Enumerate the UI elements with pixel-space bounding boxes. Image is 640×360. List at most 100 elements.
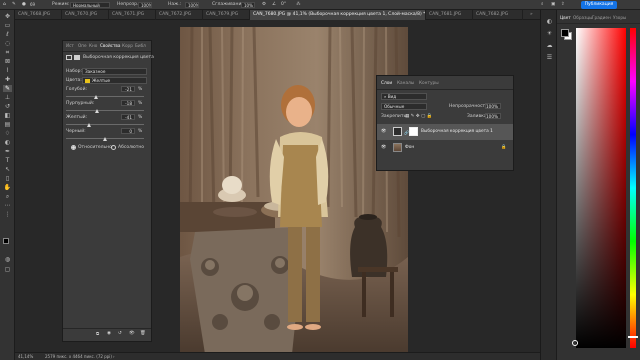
hand-tool-icon[interactable]: ✋ <box>3 184 12 191</box>
crop-tool-icon[interactable]: ⌗ <box>3 49 12 56</box>
layer-row[interactable]: 👁 🔗 Выборочная коррекция цвета 1 <box>377 124 513 140</box>
colors-select[interactable]: Желтые <box>82 77 147 84</box>
blur-tool-icon[interactable]: ♢ <box>3 130 12 137</box>
pressure-field[interactable]: 100% <box>185 2 199 8</box>
brush-tool-icon[interactable]: ✎ <box>3 85 12 92</box>
publish-button[interactable]: Публикация <box>581 1 617 9</box>
yellow-value[interactable]: -41 <box>121 114 135 120</box>
tab-actions[interactable]: Опе <box>78 43 87 48</box>
screen-mode-icon[interactable]: ▢ <box>3 266 12 273</box>
tab-document-active[interactable]: CAN_7680.JPG @ 41,1% (Выборочная коррекц… <box>250 10 426 20</box>
more-tools-icon[interactable]: ⋯ <box>3 202 12 209</box>
mask-icon[interactable] <box>74 55 80 60</box>
healing-brush-tool-icon[interactable]: ✚ <box>3 76 12 83</box>
tab-paths[interactable]: Контуры <box>419 81 439 86</box>
quick-select-tool-icon[interactable]: ◌ <box>3 40 12 47</box>
angle-icon[interactable]: ∠ <box>272 1 276 9</box>
tab-layers[interactable]: Слои <box>381 81 392 86</box>
mode-select[interactable]: Нормальный <box>70 2 110 8</box>
tab-document[interactable]: CAN_7670.JPG <box>62 10 109 20</box>
color-field[interactable] <box>576 28 626 348</box>
layer-name[interactable]: Фон <box>405 145 414 150</box>
relative-radio[interactable] <box>71 145 76 150</box>
foreground-color-swatch[interactable] <box>3 238 9 244</box>
edit-toolbar-icon[interactable]: ⋮ <box>3 211 12 218</box>
hue-slider-thumb[interactable] <box>628 336 638 339</box>
adjustments-panel-icon[interactable]: ☀ <box>545 30 554 37</box>
properties-panel-icon[interactable]: ☰ <box>545 54 554 61</box>
tab-brushes[interactable]: Кно <box>89 43 97 48</box>
chevron-right-icon[interactable]: › <box>113 354 115 359</box>
brush-size-value[interactable]: 69 <box>30 1 35 9</box>
black-value[interactable]: 0 <box>121 128 135 134</box>
path-select-tool-icon[interactable]: ↖ <box>3 166 12 173</box>
artboard-tool-icon[interactable]: ▭ <box>3 22 12 29</box>
brush-preset-icon[interactable]: ● <box>22 1 26 9</box>
tab-channels[interactable]: Каналы <box>397 81 414 86</box>
quick-mask-icon[interactable]: ◍ <box>3 256 12 263</box>
pen-tool-icon[interactable]: ✒ <box>3 148 12 155</box>
type-tool-icon[interactable]: T <box>3 157 12 164</box>
tab-document[interactable]: CAN_7668.JPG <box>15 10 62 20</box>
workspace-icon[interactable]: ▣ <box>551 1 555 9</box>
foreground-swatch[interactable] <box>561 29 569 37</box>
tab-history[interactable]: Ист <box>66 43 74 48</box>
yellow-slider-thumb[interactable] <box>86 123 91 127</box>
zoom-level[interactable]: 41,14% <box>18 354 33 359</box>
cyan-slider-track[interactable] <box>66 96 144 97</box>
layer-mask-thumbnail[interactable] <box>409 127 418 136</box>
document-info[interactable]: 2579 пикс. x 4464 пикс. (72 ppi) <box>45 354 112 359</box>
zoom-tool-icon[interactable]: ⌕ <box>3 193 12 200</box>
magenta-slider-track[interactable] <box>66 110 144 111</box>
tab-libraries[interactable]: Библ <box>135 43 146 48</box>
tab-document[interactable]: CAN_7671.JPG <box>109 10 156 20</box>
symmetry-icon[interactable]: ⁂ <box>296 1 301 9</box>
fill-field[interactable]: 100% <box>485 113 501 119</box>
search-icon[interactable]: ⌕ <box>541 1 544 9</box>
blend-mode-select[interactable]: Обычные <box>381 103 427 110</box>
home-icon[interactable]: ⌂ <box>3 1 6 9</box>
frame-tool-icon[interactable]: ⊠ <box>3 58 12 65</box>
view-previous-icon[interactable]: ◉ <box>107 331 111 336</box>
lasso-tool-icon[interactable]: ℓ <box>3 31 12 38</box>
opacity-field[interactable]: 100% <box>138 2 152 8</box>
brush-tool-icon[interactable]: ✎ <box>12 1 16 9</box>
tab-color[interactable]: Цвет <box>560 15 571 20</box>
cyan-slider-thumb[interactable] <box>94 95 99 99</box>
lock-icons[interactable]: ▦ ✎ ✥ ▢ 🔒 <box>405 114 432 119</box>
yellow-slider-track[interactable] <box>66 124 144 125</box>
tab-document[interactable]: CAN_7672.JPG <box>156 10 203 20</box>
clone-stamp-tool-icon[interactable]: ⊥ <box>3 94 12 101</box>
eye-icon[interactable]: 👁 <box>381 129 386 134</box>
layer-row[interactable]: 👁 Фон 🔒 <box>377 140 513 156</box>
color-picker-ring[interactable] <box>572 340 578 346</box>
tab-gradients[interactable]: Градиен <box>592 15 611 20</box>
clip-to-layer-icon[interactable]: ⧉ <box>96 331 99 337</box>
layer-filter-select[interactable]: ⌕ Вид <box>381 93 427 100</box>
tab-properties[interactable]: Свойства <box>100 43 120 48</box>
share-icon[interactable]: ⇪ <box>561 1 565 9</box>
tab-document[interactable]: CAN_7681.JPG <box>426 10 473 20</box>
tab-document[interactable]: CAN_7679.JPG <box>203 10 250 20</box>
black-slider-thumb[interactable] <box>102 137 107 141</box>
absolute-radio[interactable] <box>111 145 116 150</box>
preset-select[interactable]: Заказное <box>82 68 147 75</box>
magenta-value[interactable]: -18 <box>121 100 135 106</box>
eraser-tool-icon[interactable]: ◧ <box>3 112 12 119</box>
tab-swatches[interactable]: Образцы <box>573 15 593 20</box>
magenta-slider-thumb[interactable] <box>95 109 100 113</box>
angle-value[interactable]: 0° <box>281 1 286 9</box>
trash-icon[interactable]: 🗑 <box>140 331 146 336</box>
gradient-tool-icon[interactable]: ▤ <box>3 121 12 128</box>
visibility-icon[interactable]: 👁 <box>129 331 135 336</box>
tab-patterns[interactable]: Узоры <box>613 15 626 20</box>
eyedropper-tool-icon[interactable]: ⌇ <box>3 67 12 74</box>
dodge-tool-icon[interactable]: ◐ <box>3 139 12 146</box>
layer-name[interactable]: Выборочная коррекция цвета 1 <box>421 129 493 134</box>
libraries-panel-icon[interactable]: ☁ <box>545 42 554 49</box>
reset-icon[interactable]: ↺ <box>118 331 122 336</box>
tab-document[interactable]: CAN_7682.JPG <box>473 10 523 20</box>
more-tabs-icon[interactable]: » <box>527 10 539 20</box>
cyan-value[interactable]: -21 <box>121 86 135 92</box>
layer-opacity-field[interactable]: 100% <box>485 103 501 109</box>
